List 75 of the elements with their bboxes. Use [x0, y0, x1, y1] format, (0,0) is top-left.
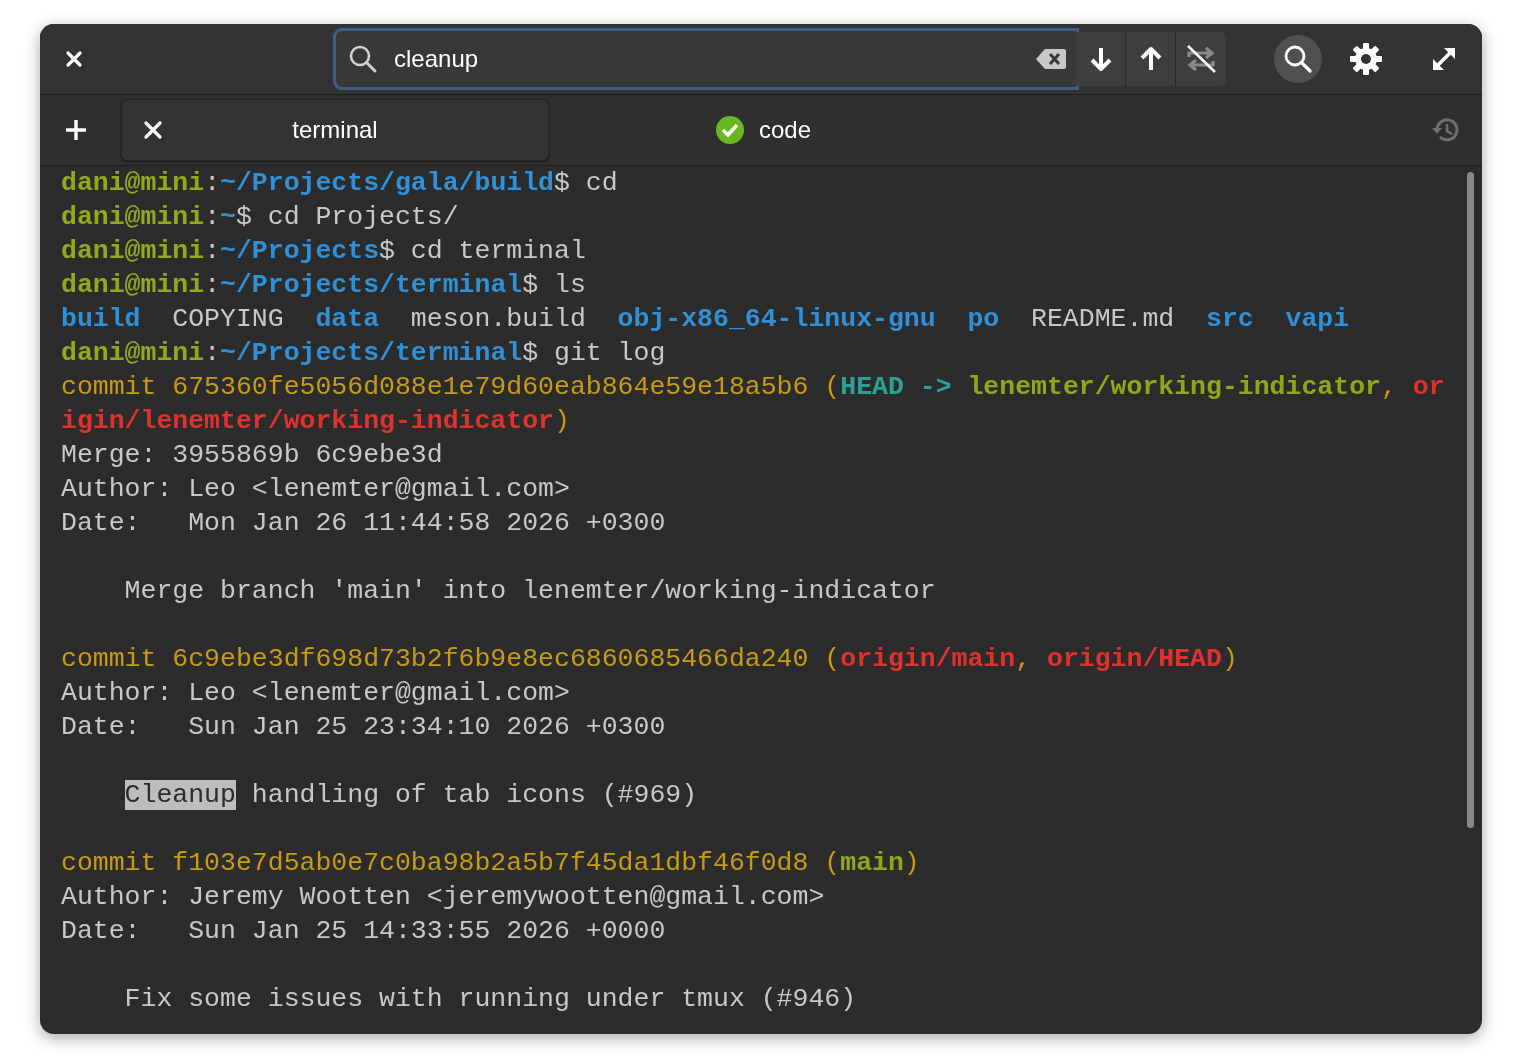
terminal-text: ) — [1221, 644, 1238, 674]
terminal-text: ~/Projects/terminal — [220, 338, 523, 368]
terminal-text: or — [1412, 372, 1445, 402]
terminal-text: $ cd Projects/ — [235, 202, 459, 232]
terminal-text: ~/Projects/gala/build — [220, 168, 554, 198]
check-icon — [714, 115, 745, 145]
terminal-text: ) — [903, 848, 920, 878]
clear-text-icon[interactable] — [1036, 48, 1066, 70]
terminal-text: origin/HEAD — [1047, 644, 1222, 674]
terminal-text: Author: Leo <lenemter@gmail.com> — [61, 678, 570, 708]
terminal-text: HEAD -> — [840, 372, 953, 402]
terminal-text: Merge: 3955869b 6c9ebe3d — [61, 440, 443, 470]
directory-name: vapi — [1285, 303, 1350, 336]
terminal-text: ~/Projects — [220, 236, 380, 266]
plus-icon — [65, 119, 87, 141]
terminal-text: dani@mini — [61, 202, 205, 232]
terminal-text: main — [840, 848, 904, 878]
terminal-text: dani@mini — [61, 168, 205, 198]
next-match-button[interactable] — [1076, 32, 1126, 86]
terminal-text: commit 6c9ebe3df698d73b2f6b9e8ec6860685466da240 ( — [61, 644, 841, 674]
terminal-text: , — [1380, 372, 1398, 402]
search-match: Cleanup — [124, 780, 236, 810]
terminal-text: : — [204, 338, 221, 368]
terminal-text: commit f103e7d5ab0e7c0ba98b2a5b7f45da1dbf46f0d8 ( — [61, 848, 841, 878]
expand-icon — [1430, 45, 1458, 73]
file-name: COPYING — [172, 303, 284, 336]
previous-match-button[interactable] — [1126, 32, 1176, 86]
file-name: meson.build — [410, 303, 586, 336]
terminal-text: dani@mini — [61, 338, 205, 368]
terminal-text: igin/lenemter/working-indicator — [61, 406, 554, 436]
directory-name: po — [967, 303, 1000, 336]
settings-icon — [1349, 42, 1383, 76]
search-icon — [1283, 44, 1313, 74]
directory-name: obj-x86_64-linux-gnu — [617, 303, 936, 336]
terminal-text: : — [204, 168, 221, 198]
terminal-text: lenemter/working-indicator — [967, 372, 1381, 402]
arrow-up-icon — [1139, 46, 1162, 72]
terminal-text: ) — [554, 406, 570, 436]
tab[interactable]: code — [549, 99, 977, 161]
close-tab-icon[interactable] — [142, 119, 164, 141]
terminal-text: commit 675360fe5056d088e1e79d60eab864e59e18a5b6 ( — [61, 372, 841, 402]
search-button[interactable] — [1274, 35, 1322, 83]
terminal-text: Fix some issues with running under tmux (#946) — [124, 984, 857, 1014]
close-icon — [65, 50, 83, 68]
scrollbar[interactable] — [1467, 172, 1474, 828]
terminal-text: Date: Sun Jan 25 14:33:55 2026 +0000 — [61, 916, 666, 946]
search-icon — [348, 44, 378, 74]
terminal-text: Merge branch 'main' into lenemter/working-indicator — [124, 576, 936, 606]
terminal-text: ~ — [220, 202, 236, 232]
search-entry[interactable]: cleanup — [336, 31, 1076, 87]
terminal-text: Author: Jeremy Wootten <jeremywootten@gmail.com> — [61, 882, 825, 912]
terminal-text: $ ls — [522, 270, 586, 300]
terminal-text: ~/Projects/terminal — [220, 270, 523, 300]
terminal-text: Date: Sun Jan 25 23:34:10 2026 +0300 — [61, 712, 666, 742]
search-input[interactable]: cleanup — [394, 41, 1036, 77]
file-name: README.md — [1031, 303, 1175, 336]
terminal-text: dani@mini — [61, 236, 205, 266]
terminal-text: $ cd terminal — [379, 236, 586, 266]
terminal-text: Date: Mon Jan 26 11:44:58 2026 +0300 — [61, 508, 666, 538]
directory-name: data — [315, 303, 380, 336]
tab[interactable]: terminal — [121, 99, 549, 161]
terminal-text: Author: Leo <lenemter@gmail.com> — [61, 474, 570, 504]
terminal-text: origin/main — [840, 644, 1016, 674]
terminal-text: : — [204, 236, 221, 266]
cycle-search-button[interactable] — [1176, 32, 1226, 86]
terminal-text: dani@mini — [61, 270, 205, 300]
terminal-text: handling of tab icons (#969) — [250, 780, 698, 810]
terminal-text: : — [204, 202, 221, 232]
terminal-text: $ cd — [554, 168, 618, 198]
terminal-text: , — [1015, 644, 1033, 674]
terminal-text: $ git log — [522, 338, 666, 368]
directory-name: build — [61, 303, 141, 336]
terminal-text: : — [204, 270, 221, 300]
arrow-down-icon — [1089, 46, 1112, 72]
directory-name: src — [1206, 303, 1254, 336]
